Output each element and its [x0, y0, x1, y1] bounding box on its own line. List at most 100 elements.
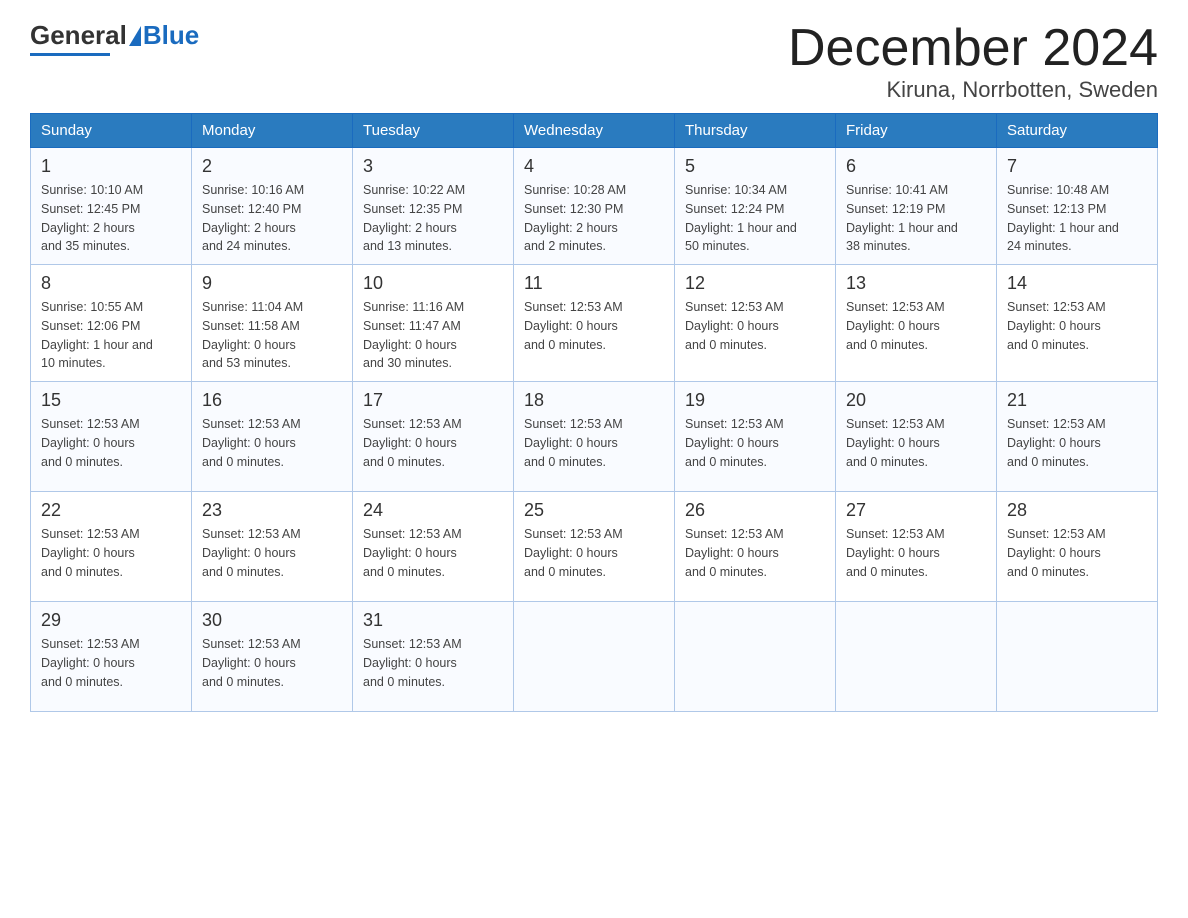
day-number: 22 — [41, 500, 181, 521]
calendar-cell — [836, 602, 997, 712]
day-header-friday: Friday — [836, 114, 997, 148]
calendar-cell: 12 Sunset: 12:53 AM Daylight: 0 hours and… — [675, 265, 836, 382]
day-info: Sunrise: 10:34 AM Sunset: 12:24 PM Dayli… — [685, 181, 825, 256]
day-info: Sunset: 12:53 AM Daylight: 0 hours and 0… — [363, 635, 503, 691]
day-info: Sunset: 12:53 AM Daylight: 0 hours and 0… — [41, 635, 181, 691]
calendar-cell: 14 Sunset: 12:53 AM Daylight: 0 hours and… — [997, 265, 1158, 382]
day-info: Sunset: 12:53 AM Daylight: 0 hours and 0… — [524, 525, 664, 581]
calendar-cell: 17 Sunset: 12:53 AM Daylight: 0 hours and… — [353, 382, 514, 492]
calendar-cell: 31 Sunset: 12:53 AM Daylight: 0 hours and… — [353, 602, 514, 712]
day-number: 21 — [1007, 390, 1147, 411]
calendar-cell: 27 Sunset: 12:53 AM Daylight: 0 hours and… — [836, 492, 997, 602]
calendar-week-4: 22 Sunset: 12:53 AM Daylight: 0 hours and… — [31, 492, 1158, 602]
calendar-cell: 15 Sunset: 12:53 AM Daylight: 0 hours and… — [31, 382, 192, 492]
calendar-cell: 4 Sunrise: 10:28 AM Sunset: 12:30 PM Dayl… — [514, 148, 675, 265]
calendar-cell: 2 Sunrise: 10:16 AM Sunset: 12:40 PM Dayl… — [192, 148, 353, 265]
day-number: 9 — [202, 273, 342, 294]
calendar-cell: 7Sunrise: 10:48 AM Sunset: 12:13 PM Dayl… — [997, 148, 1158, 265]
calendar-cell: 19 Sunset: 12:53 AM Daylight: 0 hours and… — [675, 382, 836, 492]
day-info: Sunset: 12:53 AM Daylight: 0 hours and 0… — [41, 525, 181, 581]
day-info: Sunset: 12:53 AM Daylight: 0 hours and 0… — [1007, 415, 1147, 471]
day-info: Sunrise: 10:41 AM Sunset: 12:19 PM Dayli… — [846, 181, 986, 256]
day-number: 11 — [524, 273, 664, 294]
day-info: Sunset: 12:53 AM Daylight: 0 hours and 0… — [685, 525, 825, 581]
day-info: Sunset: 12:53 AM Daylight: 0 hours and 0… — [41, 415, 181, 471]
calendar-cell — [514, 602, 675, 712]
day-number: 28 — [1007, 500, 1147, 521]
calendar-cell: 11 Sunset: 12:53 AM Daylight: 0 hours and… — [514, 265, 675, 382]
day-info: Sunrise: 10:10 AM Sunset: 12:45 PM Dayli… — [41, 181, 181, 256]
logo-blue: Blue — [143, 20, 199, 51]
logo-triangle-icon — [129, 26, 141, 46]
calendar-cell: 5 Sunrise: 10:34 AM Sunset: 12:24 PM Dayl… — [675, 148, 836, 265]
calendar-cell: 23Sunset: 12:53 AM Daylight: 0 hours and… — [192, 492, 353, 602]
day-number: 5 — [685, 156, 825, 177]
calendar-cell: 13 Sunset: 12:53 AM Daylight: 0 hours and… — [836, 265, 997, 382]
calendar-cell: 30Sunset: 12:53 AM Daylight: 0 hours and… — [192, 602, 353, 712]
calendar-cell: 18 Sunset: 12:53 AM Daylight: 0 hours and… — [514, 382, 675, 492]
calendar-cell: 6 Sunrise: 10:41 AM Sunset: 12:19 PM Dayl… — [836, 148, 997, 265]
day-number: 20 — [846, 390, 986, 411]
day-number: 2 — [202, 156, 342, 177]
calendar-cell: 22 Sunset: 12:53 AM Daylight: 0 hours and… — [31, 492, 192, 602]
day-number: 6 — [846, 156, 986, 177]
day-header-tuesday: Tuesday — [353, 114, 514, 148]
day-info: Sunrise: 10:22 AM Sunset: 12:35 PM Dayli… — [363, 181, 503, 256]
day-info: Sunset: 12:53 AM Daylight: 0 hours and 0… — [846, 525, 986, 581]
calendar-title: December 2024 — [788, 20, 1158, 77]
day-info: Sunrise: 10:28 AM Sunset: 12:30 PM Dayli… — [524, 181, 664, 256]
day-number: 24 — [363, 500, 503, 521]
day-info: Sunset: 12:53 AM Daylight: 0 hours and 0… — [685, 298, 825, 354]
logo-underline — [30, 53, 110, 56]
day-number: 26 — [685, 500, 825, 521]
calendar-subtitle: Kiruna, Norrbotten, Sweden — [788, 77, 1158, 103]
calendar-cell: 20 Sunset: 12:53 AM Daylight: 0 hours and… — [836, 382, 997, 492]
day-number: 12 — [685, 273, 825, 294]
day-header-saturday: Saturday — [997, 114, 1158, 148]
day-number: 4 — [524, 156, 664, 177]
calendar-cell: 8Sunrise: 10:55 AM Sunset: 12:06 PM Dayl… — [31, 265, 192, 382]
day-number: 1 — [41, 156, 181, 177]
calendar-week-5: 29 Sunset: 12:53 AM Daylight: 0 hours and… — [31, 602, 1158, 712]
logo-general: General — [30, 20, 127, 51]
day-info: Sunset: 12:53 AM Daylight: 0 hours and 0… — [202, 635, 342, 691]
day-number: 27 — [846, 500, 986, 521]
day-info: Sunrise: 10:16 AM Sunset: 12:40 PM Dayli… — [202, 181, 342, 256]
title-area: December 2024 Kiruna, Norrbotten, Sweden — [788, 20, 1158, 103]
day-info: Sunset: 12:53 AM Daylight: 0 hours and 0… — [1007, 298, 1147, 354]
page-header: General Blue December 2024 Kiruna, Norrb… — [30, 20, 1158, 103]
calendar-cell: 16Sunset: 12:53 AM Daylight: 0 hours and… — [192, 382, 353, 492]
day-number: 25 — [524, 500, 664, 521]
logo: General Blue — [30, 20, 199, 56]
day-number: 14 — [1007, 273, 1147, 294]
day-number: 19 — [685, 390, 825, 411]
day-number: 8 — [41, 273, 181, 294]
day-number: 17 — [363, 390, 503, 411]
day-number: 10 — [363, 273, 503, 294]
day-header-monday: Monday — [192, 114, 353, 148]
day-info: Sunset: 12:53 AM Daylight: 0 hours and 0… — [846, 298, 986, 354]
calendar-cell: 10 Sunrise: 11:16 AM Sunset: 11:47 AM Day… — [353, 265, 514, 382]
day-header-sunday: Sunday — [31, 114, 192, 148]
day-number: 15 — [41, 390, 181, 411]
calendar-cell: 29 Sunset: 12:53 AM Daylight: 0 hours and… — [31, 602, 192, 712]
day-info: Sunrise: 11:04 AM Sunset: 11:58 AM Dayli… — [202, 298, 342, 373]
day-info: Sunset: 12:53 AM Daylight: 0 hours and 0… — [524, 415, 664, 471]
calendar-header-row: SundayMondayTuesdayWednesdayThursdayFrid… — [31, 114, 1158, 148]
calendar-week-3: 15 Sunset: 12:53 AM Daylight: 0 hours and… — [31, 382, 1158, 492]
day-info: Sunset: 12:53 AM Daylight: 0 hours and 0… — [363, 415, 503, 471]
day-info: Sunset: 12:53 AM Daylight: 0 hours and 0… — [1007, 525, 1147, 581]
calendar-cell: 21 Sunset: 12:53 AM Daylight: 0 hours and… — [997, 382, 1158, 492]
day-info: Sunset: 12:53 AM Daylight: 0 hours and 0… — [524, 298, 664, 354]
day-info: Sunset: 12:53 AM Daylight: 0 hours and 0… — [202, 525, 342, 581]
day-info: Sunrise: 11:16 AM Sunset: 11:47 AM Dayli… — [363, 298, 503, 373]
day-number: 13 — [846, 273, 986, 294]
day-number: 29 — [41, 610, 181, 631]
logo-text: General Blue — [30, 20, 199, 51]
day-info: Sunset: 12:53 AM Daylight: 0 hours and 0… — [685, 415, 825, 471]
calendar-week-2: 8Sunrise: 10:55 AM Sunset: 12:06 PM Dayl… — [31, 265, 1158, 382]
day-number: 18 — [524, 390, 664, 411]
day-number: 7 — [1007, 156, 1147, 177]
day-info: Sunset: 12:53 AM Daylight: 0 hours and 0… — [846, 415, 986, 471]
day-number: 31 — [363, 610, 503, 631]
